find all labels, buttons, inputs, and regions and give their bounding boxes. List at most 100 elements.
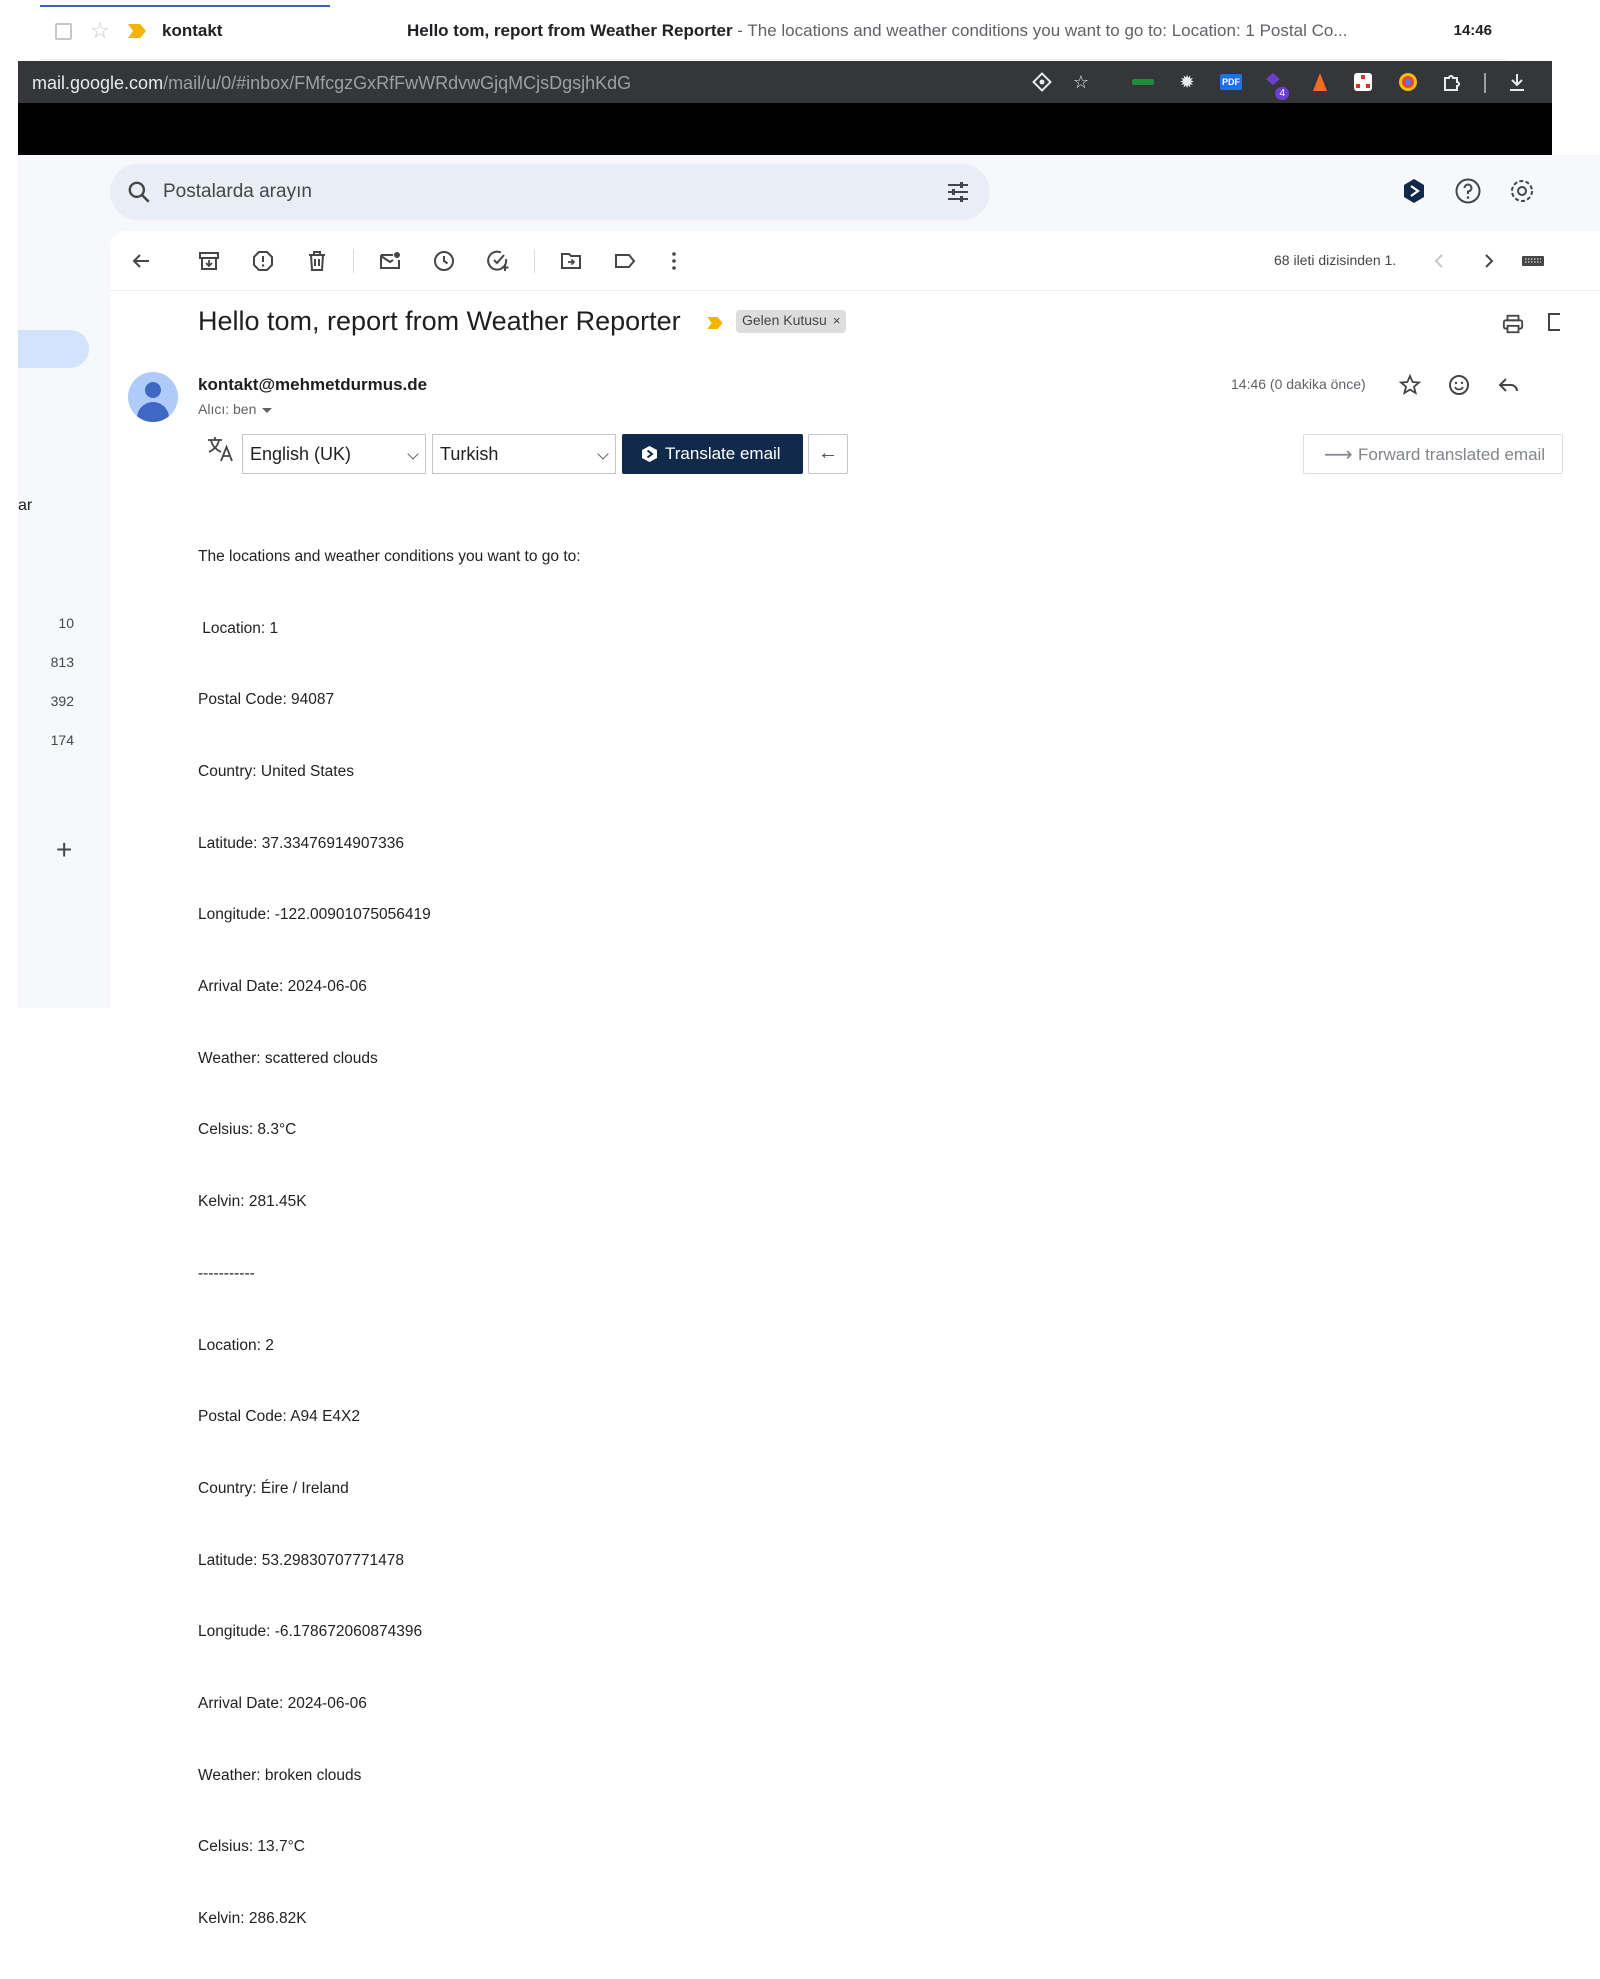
extension-badge: 4 [1275, 87, 1289, 100]
body-line: Country: Éire / Ireland [198, 1479, 349, 1497]
reply-icon[interactable] [1496, 373, 1520, 397]
body-line: Weather: broken clouds [198, 1766, 362, 1784]
row-sender: kontakt [162, 21, 223, 40]
body-line: The locations and weather conditions you… [198, 547, 581, 565]
body-line: ----------- [198, 1264, 255, 1282]
settings-gear-icon[interactable] [1508, 177, 1536, 205]
forward-translated-button[interactable]: ⟶ Forward translated email [1303, 434, 1563, 474]
browser-chrome: mail.google.com/mail/u/0/#inbox/FMfcgzGx… [18, 61, 1552, 155]
toolbar-divider [534, 249, 535, 273]
row-subject-title: Hello tom, report from Weather Reporter [407, 21, 733, 40]
nav-count: 392 [50, 693, 74, 709]
row-time: 14:46 [1453, 22, 1492, 39]
nav-active-item[interactable] [18, 330, 89, 368]
body-line: Weather: scattered clouds [198, 1049, 378, 1067]
recipient-dropdown-icon[interactable] [262, 407, 273, 413]
url-path: /mail/u/0/#inbox/FMfcgzGxRfFwWRdvwGjqMCj… [163, 73, 632, 93]
star-icon[interactable]: ☆ [90, 18, 110, 44]
label-chip-text: Gelen Kutusu [742, 312, 827, 328]
pdf-icon-label: PDF [1220, 74, 1242, 90]
gmail-app: Postalarda arayın ar 10 813 392 174 + 68… [18, 155, 1600, 1927]
loading-indicator [40, 5, 330, 7]
target-language-select[interactable]: Turkish [432, 434, 616, 474]
download-icon[interactable] [1505, 70, 1529, 94]
importance-marker-icon[interactable] [707, 317, 723, 329]
address-bar[interactable]: mail.google.com/mail/u/0/#inbox/FMfcgzGx… [18, 61, 1552, 103]
target-language-value: Turkish [440, 444, 499, 464]
body-line: Celsius: 13.7°C [198, 1838, 305, 1856]
body-line: Latitude: 37.33476914907336 [198, 834, 405, 852]
sender-email[interactable]: kontakt@mehmetdurmus.de [198, 375, 427, 395]
add-label-icon[interactable]: + [56, 834, 72, 866]
url-text[interactable]: mail.google.com/mail/u/0/#inbox/FMfcgzGx… [32, 73, 631, 94]
body-line: Arrival Date: 2024-06-06 [198, 1695, 367, 1713]
forward-button-label: Forward translated email [1358, 445, 1546, 464]
extension-green-icon[interactable] [1131, 70, 1155, 94]
keyboard-icon[interactable] [1521, 249, 1545, 273]
add-to-tasks-icon[interactable] [486, 249, 510, 273]
print-icon[interactable] [1502, 313, 1524, 335]
color-wheel-extension-icon[interactable] [1396, 70, 1420, 94]
sitemap-extension-icon[interactable] [1351, 70, 1375, 94]
nav-count: 813 [50, 654, 74, 670]
star-icon[interactable] [1398, 373, 1422, 397]
row-subject: Hello tom, report from Weather Reporter … [407, 21, 1387, 41]
extensions-puzzle-icon[interactable] [1440, 70, 1464, 94]
row-snippet: - The locations and weather conditions y… [732, 21, 1348, 40]
search-options-icon[interactable] [946, 180, 970, 204]
recipient-line[interactable]: Alıcı: ben [198, 401, 273, 417]
nav-count: 10 [58, 615, 74, 631]
nav-partial-label[interactable]: ar [18, 497, 32, 515]
undo-translation-button[interactable]: ← [808, 434, 848, 474]
thread-position: 68 ileti dizisinden 1. [1274, 252, 1397, 268]
open-new-window-icon[interactable] [1548, 313, 1560, 331]
search-icon[interactable] [126, 179, 152, 205]
translate-email-button[interactable]: Translate email [622, 434, 803, 474]
importance-marker-icon[interactable] [128, 24, 146, 38]
body-line: Celsius: 8.3°C [198, 1121, 297, 1139]
sender-avatar[interactable] [128, 372, 178, 422]
inbox-email-row[interactable]: ☆ kontakt Hello tom, report from Weather… [40, 0, 1506, 60]
body-line: Country: United States [198, 762, 354, 780]
site-info-icon[interactable] [1030, 70, 1054, 94]
url-host: mail.google.com [32, 73, 164, 93]
gear-extension-icon[interactable]: ✹ [1175, 70, 1199, 94]
newer-chevron-left-icon[interactable] [1428, 249, 1452, 273]
email-timestamp: 14:46 (0 dakika önce) [1231, 376, 1366, 392]
search-bar[interactable]: Postalarda arayın [110, 164, 990, 220]
report-spam-icon[interactable] [251, 249, 275, 273]
inbox-label-chip[interactable]: Gelen Kutusu × [736, 310, 847, 333]
mark-unread-icon[interactable] [378, 249, 402, 273]
label-tag-icon[interactable] [613, 249, 637, 273]
archive-icon[interactable] [197, 249, 221, 273]
bookmark-star-icon[interactable]: ☆ [1069, 70, 1093, 94]
help-icon[interactable] [1454, 177, 1482, 205]
source-language-select[interactable]: English (UK) [242, 434, 426, 474]
email-body: The locations and weather conditions you… [198, 497, 581, 1979]
translate-extension-icon[interactable] [1400, 177, 1428, 205]
select-checkbox[interactable] [55, 23, 72, 40]
body-line: Kelvin: 286.82K [198, 1910, 307, 1928]
more-options-icon[interactable] [662, 249, 686, 273]
back-arrow-icon[interactable] [129, 249, 153, 273]
move-to-icon[interactable] [559, 249, 583, 273]
older-chevron-right-icon[interactable] [1476, 249, 1500, 273]
email-view-panel: 68 ileti dizisinden 1. Hello tom, report… [110, 231, 1600, 1927]
body-line: Location: 2 [198, 1336, 274, 1354]
delete-trash-icon[interactable] [305, 249, 329, 273]
body-line: Postal Code: A94 E4X2 [198, 1408, 361, 1426]
purple-extension-icon[interactable]: 4 [1263, 70, 1289, 100]
translate-logo-icon [642, 446, 657, 462]
body-line: Latitude: 53.29830707771478 [198, 1551, 405, 1569]
snooze-clock-icon[interactable] [432, 249, 456, 273]
search-placeholder[interactable]: Postalarda arayın [163, 181, 312, 203]
body-line: Longitude: -6.178672060874396 [198, 1623, 423, 1641]
orange-extension-icon[interactable] [1308, 70, 1332, 94]
email-toolbar: 68 ileti dizisinden 1. [110, 231, 1600, 291]
remove-label-icon[interactable]: × [833, 313, 841, 328]
body-line: Arrival Date: 2024-06-06 [198, 978, 367, 996]
emoji-reaction-icon[interactable] [1447, 373, 1471, 397]
email-subject: Hello tom, report from Weather Reporter [198, 306, 681, 336]
pdf-extension-icon[interactable]: PDF [1219, 70, 1243, 94]
toolbar-divider [353, 249, 354, 273]
